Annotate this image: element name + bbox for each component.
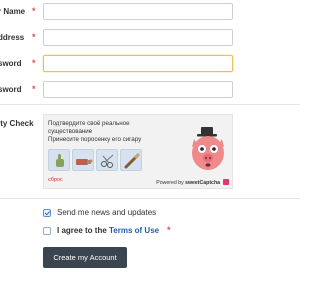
captcha-widget: Подтвердите своё реальное существование …	[43, 114, 233, 189]
required-mark: *	[32, 6, 36, 16]
create-account-button[interactable]: Create my Account	[43, 247, 127, 268]
confirm-password-label: sword	[0, 85, 22, 94]
captcha-tile-thumbs-up[interactable]	[48, 149, 70, 171]
required-mark: *	[32, 58, 36, 68]
lighter-icon	[76, 159, 93, 165]
terms-prefix: I agree to the	[57, 226, 110, 235]
divider	[0, 104, 300, 105]
divider	[0, 198, 300, 199]
address-label: ddress	[0, 33, 25, 42]
required-mark: *	[167, 225, 171, 235]
captcha-powered-by: Powered by sweetCaptcha	[156, 180, 220, 186]
captcha-instruction-line2: существование	[48, 128, 93, 135]
name-label: r Name	[0, 7, 26, 16]
required-mark: *	[32, 84, 36, 94]
captcha-tile-lighter[interactable]	[72, 149, 94, 171]
sweetcaptcha-logo-icon	[223, 179, 229, 185]
pig-with-hat-icon	[192, 127, 224, 170]
cigar-icon	[124, 153, 140, 169]
scissors-icon	[101, 154, 114, 168]
password-input[interactable]	[43, 55, 233, 72]
captcha-tile-scissors[interactable]	[96, 149, 118, 171]
news-checkbox[interactable]	[43, 209, 51, 217]
captcha-reset-link[interactable]: сброс	[48, 177, 63, 183]
security-check-label: ity Check	[0, 119, 34, 128]
captcha-instruction-line1: Подтвердите своё реальное	[48, 120, 130, 127]
terms-of-use-link[interactable]: Terms of Use	[109, 226, 159, 235]
captcha-instruction-line3: Принесите поросенку его сигару	[48, 136, 142, 143]
confirm-password-input[interactable]	[43, 81, 233, 98]
news-label: Send me news and updates	[57, 208, 157, 217]
address-input[interactable]	[43, 29, 233, 46]
required-mark: *	[32, 32, 36, 42]
password-label: sword	[0, 59, 22, 68]
captcha-tile-cigar[interactable]	[120, 149, 142, 171]
terms-label: I agree to the Terms of Use	[57, 226, 159, 235]
terms-checkbox[interactable]	[43, 227, 51, 235]
name-input[interactable]	[43, 3, 233, 20]
thumbs-up-icon	[56, 154, 64, 167]
